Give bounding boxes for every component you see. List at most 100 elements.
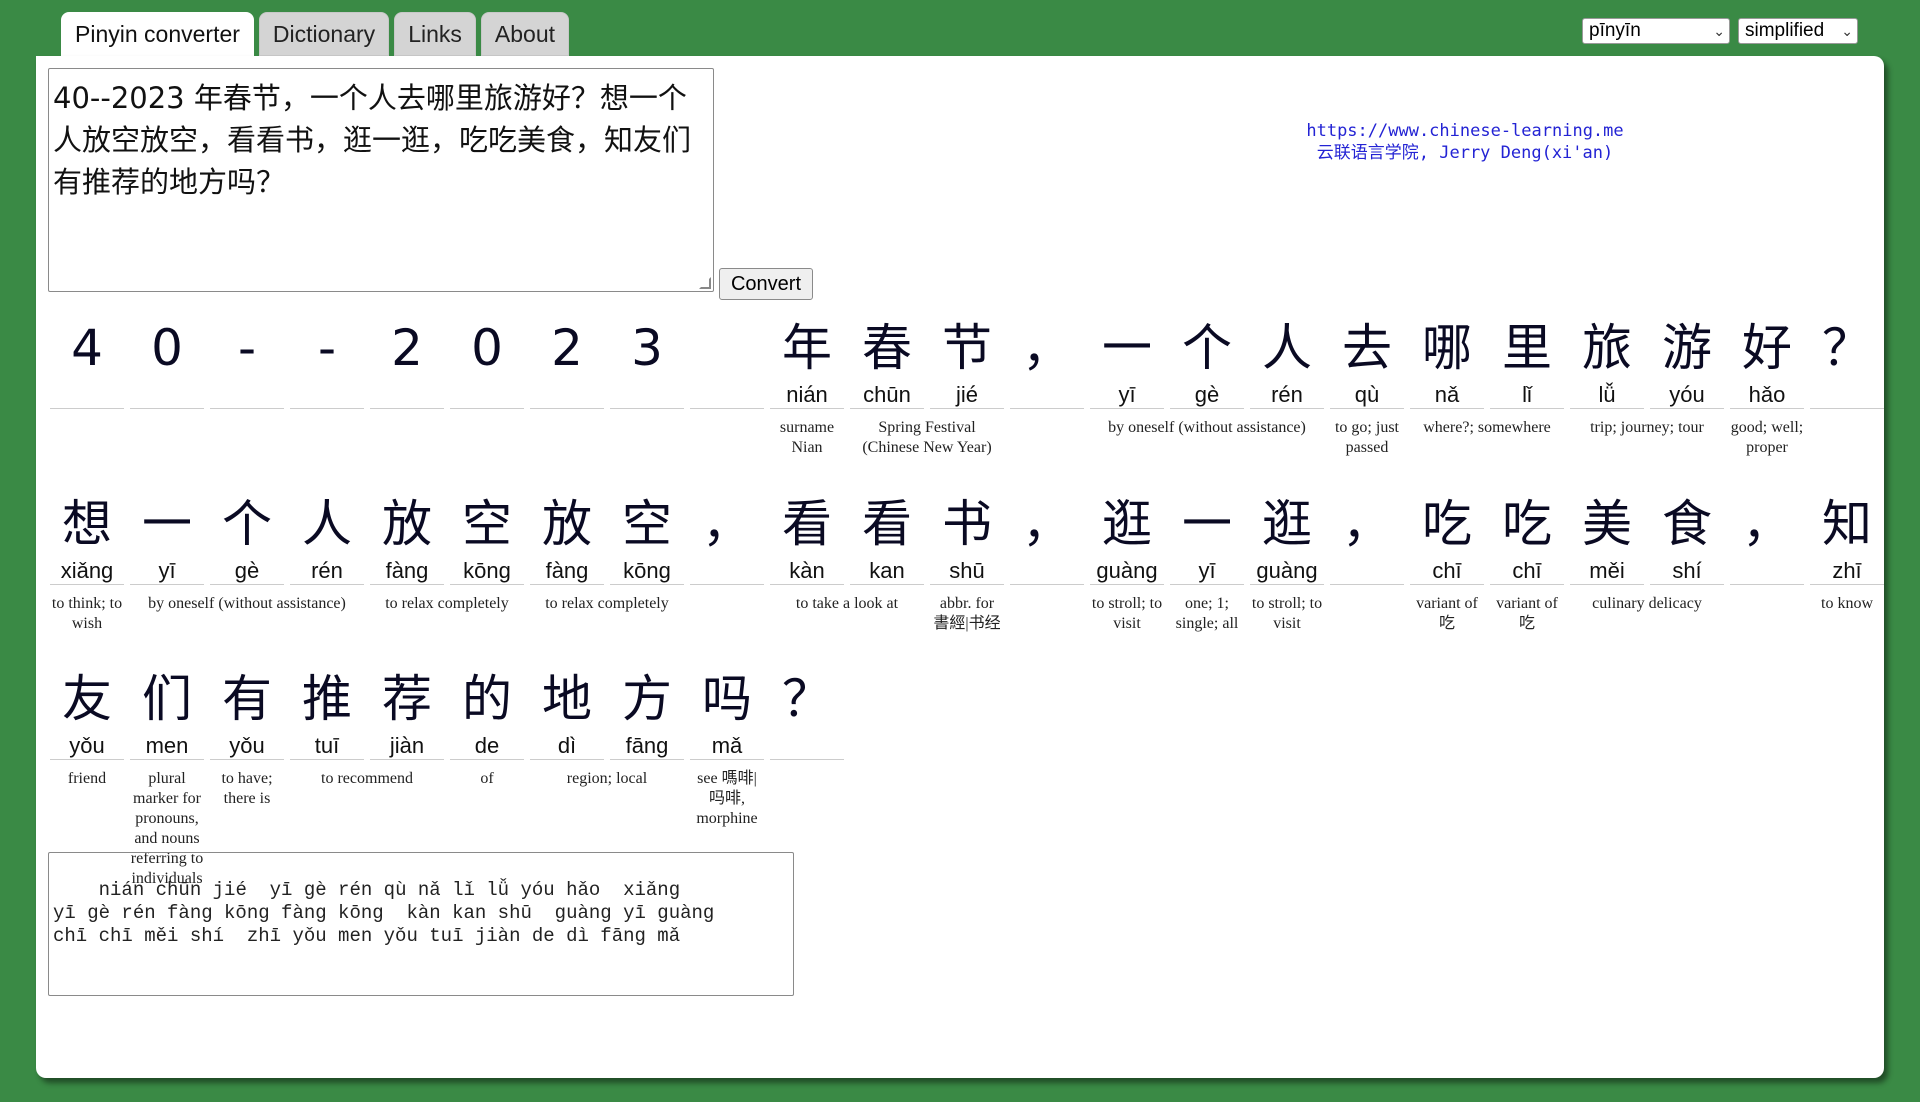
- dictionary-gloss: where?; somewhere: [1423, 419, 1551, 436]
- hanzi-char: ，: [1742, 495, 1792, 553]
- hanzi-char: 地: [542, 670, 592, 728]
- cell-underline: [850, 568, 924, 585]
- hanzi-char: 美: [1582, 495, 1632, 553]
- cell-underline: [530, 392, 604, 409]
- cell-underline: [690, 743, 764, 760]
- hanzi-char: 好: [1742, 319, 1792, 377]
- hanzi-char: 吗: [702, 670, 752, 728]
- cell-underline: [1250, 392, 1324, 409]
- cell-underline: [1490, 392, 1564, 409]
- cell-underline: [210, 743, 284, 760]
- cell-underline: [1570, 568, 1644, 585]
- cell-underline: [610, 743, 684, 760]
- cell-underline: [1410, 568, 1484, 585]
- hanzi-char: 节: [942, 319, 992, 377]
- convert-button[interactable]: Convert: [719, 268, 813, 300]
- cell-underline: [1490, 568, 1564, 585]
- cell-underline: [1330, 568, 1404, 585]
- hanzi-char: 年: [782, 319, 832, 377]
- cell-underline: [850, 392, 924, 409]
- cell-underline: [1730, 392, 1804, 409]
- cell-underline: [450, 568, 524, 585]
- hanzi-char: 放: [382, 495, 432, 553]
- hanzi-char: ？: [1822, 319, 1872, 377]
- cell-underline: [1010, 568, 1084, 585]
- hanzi-char: 有: [222, 670, 272, 728]
- cell-underline: [50, 568, 124, 585]
- hanzi-char: 吃: [1422, 495, 1472, 553]
- pinyin-output[interactable]: nián chūn jié yī gè rén qù nǎ lǐ lǚ yóu …: [48, 852, 794, 996]
- hanzi-char: 书: [942, 495, 992, 553]
- hanzi-char: 空: [622, 495, 672, 553]
- cell-underline: [1330, 392, 1404, 409]
- cell-underline: [50, 743, 124, 760]
- cell-underline: [1250, 568, 1324, 585]
- cell-underline: [690, 392, 764, 409]
- hanzi-char: 0: [471, 319, 503, 377]
- hanzi-char: 食: [1662, 495, 1712, 553]
- cell-underline: [1170, 568, 1244, 585]
- hanzi-char: 逛: [1262, 495, 1312, 553]
- dictionary-gloss: by oneself (without assistance): [148, 595, 346, 612]
- hanzi-char: 2: [551, 319, 583, 377]
- dictionary-gloss: to recommend: [321, 770, 413, 787]
- hanzi-char: 们: [142, 670, 192, 728]
- cell-underline: [290, 392, 364, 409]
- hanzi-char: ，: [1342, 495, 1392, 553]
- hanzi-char: 想: [62, 495, 112, 553]
- dictionary-gloss: to stroll; to visit: [1251, 595, 1323, 632]
- cell-underline: [530, 743, 604, 760]
- hanzi-char: 里: [1502, 319, 1552, 377]
- dictionary-gloss: by oneself (without assistance): [1108, 419, 1306, 436]
- tab-bar: Pinyin converter Dictionary Links About: [61, 12, 569, 56]
- credits-url[interactable]: https://www.chinese-learning.me: [1220, 120, 1710, 142]
- chevron-down-icon: ⌄: [1713, 22, 1725, 39]
- cell-underline: [1810, 568, 1884, 585]
- hanzi-char: 4: [71, 319, 103, 377]
- hanzi-char: 看: [862, 495, 912, 553]
- cell-underline: [370, 743, 444, 760]
- charset-value: simplified: [1745, 20, 1825, 41]
- dictionary-gloss: friend: [67, 770, 107, 787]
- cell-underline: [1650, 392, 1724, 409]
- pinyin-output-text: nián chūn jié yī gè rén qù nǎ lǐ lǚ yóu …: [53, 879, 715, 947]
- cell-underline: [770, 568, 844, 585]
- dictionary-gloss: to have; there is: [221, 770, 273, 807]
- chinese-text-input[interactable]: 40--2023 年春节，一个人去哪里旅游好？想一个人放空放空，看看书，逛一逛，…: [48, 68, 714, 292]
- dictionary-gloss: trip; journey; tour: [1590, 419, 1704, 436]
- hanzi-char: 3: [631, 319, 663, 377]
- resize-handle-icon[interactable]: [699, 277, 711, 289]
- hanzi-char: 看: [782, 495, 832, 553]
- cell-underline: [1570, 392, 1644, 409]
- romanization-select[interactable]: pīnyīn ⌄: [1582, 18, 1730, 44]
- hanzi-char: 一: [1102, 319, 1152, 377]
- dictionary-gloss: to know: [1821, 595, 1873, 612]
- cell-underline: [1650, 568, 1724, 585]
- cell-underline: [1010, 392, 1084, 409]
- cell-underline: [610, 568, 684, 585]
- hanzi-char: 放: [542, 495, 592, 553]
- hanzi-char: 春: [862, 319, 912, 377]
- cell-underline: [770, 743, 844, 760]
- dictionary-gloss: surname Nian: [779, 419, 835, 456]
- tab-links[interactable]: Links: [394, 12, 476, 56]
- tab-pinyin-converter[interactable]: Pinyin converter: [61, 12, 254, 56]
- cell-underline: [290, 743, 364, 760]
- dictionary-gloss: to relax completely: [385, 595, 509, 612]
- hanzi-char: ，: [702, 495, 752, 553]
- dictionary-gloss: good; well; proper: [1730, 419, 1804, 456]
- hanzi-char: 推: [302, 670, 352, 728]
- dictionary-gloss: of: [480, 770, 494, 787]
- hanzi-char: 去: [1342, 319, 1392, 377]
- cell-underline: [770, 392, 844, 409]
- tab-about[interactable]: About: [480, 12, 569, 56]
- cell-underline: [1410, 392, 1484, 409]
- dictionary-gloss: to take a look at: [795, 595, 899, 612]
- charset-select[interactable]: simplified ⌄: [1738, 18, 1858, 44]
- dictionary-gloss: to think; to wish: [51, 595, 123, 632]
- hanzi-char: 一: [142, 495, 192, 553]
- tab-dictionary[interactable]: Dictionary: [258, 12, 390, 56]
- cell-underline: [930, 568, 1004, 585]
- credits-author: 云联语言学院, Jerry Deng(xi'an): [1316, 143, 1614, 163]
- dictionary-gloss: to relax completely: [545, 595, 669, 612]
